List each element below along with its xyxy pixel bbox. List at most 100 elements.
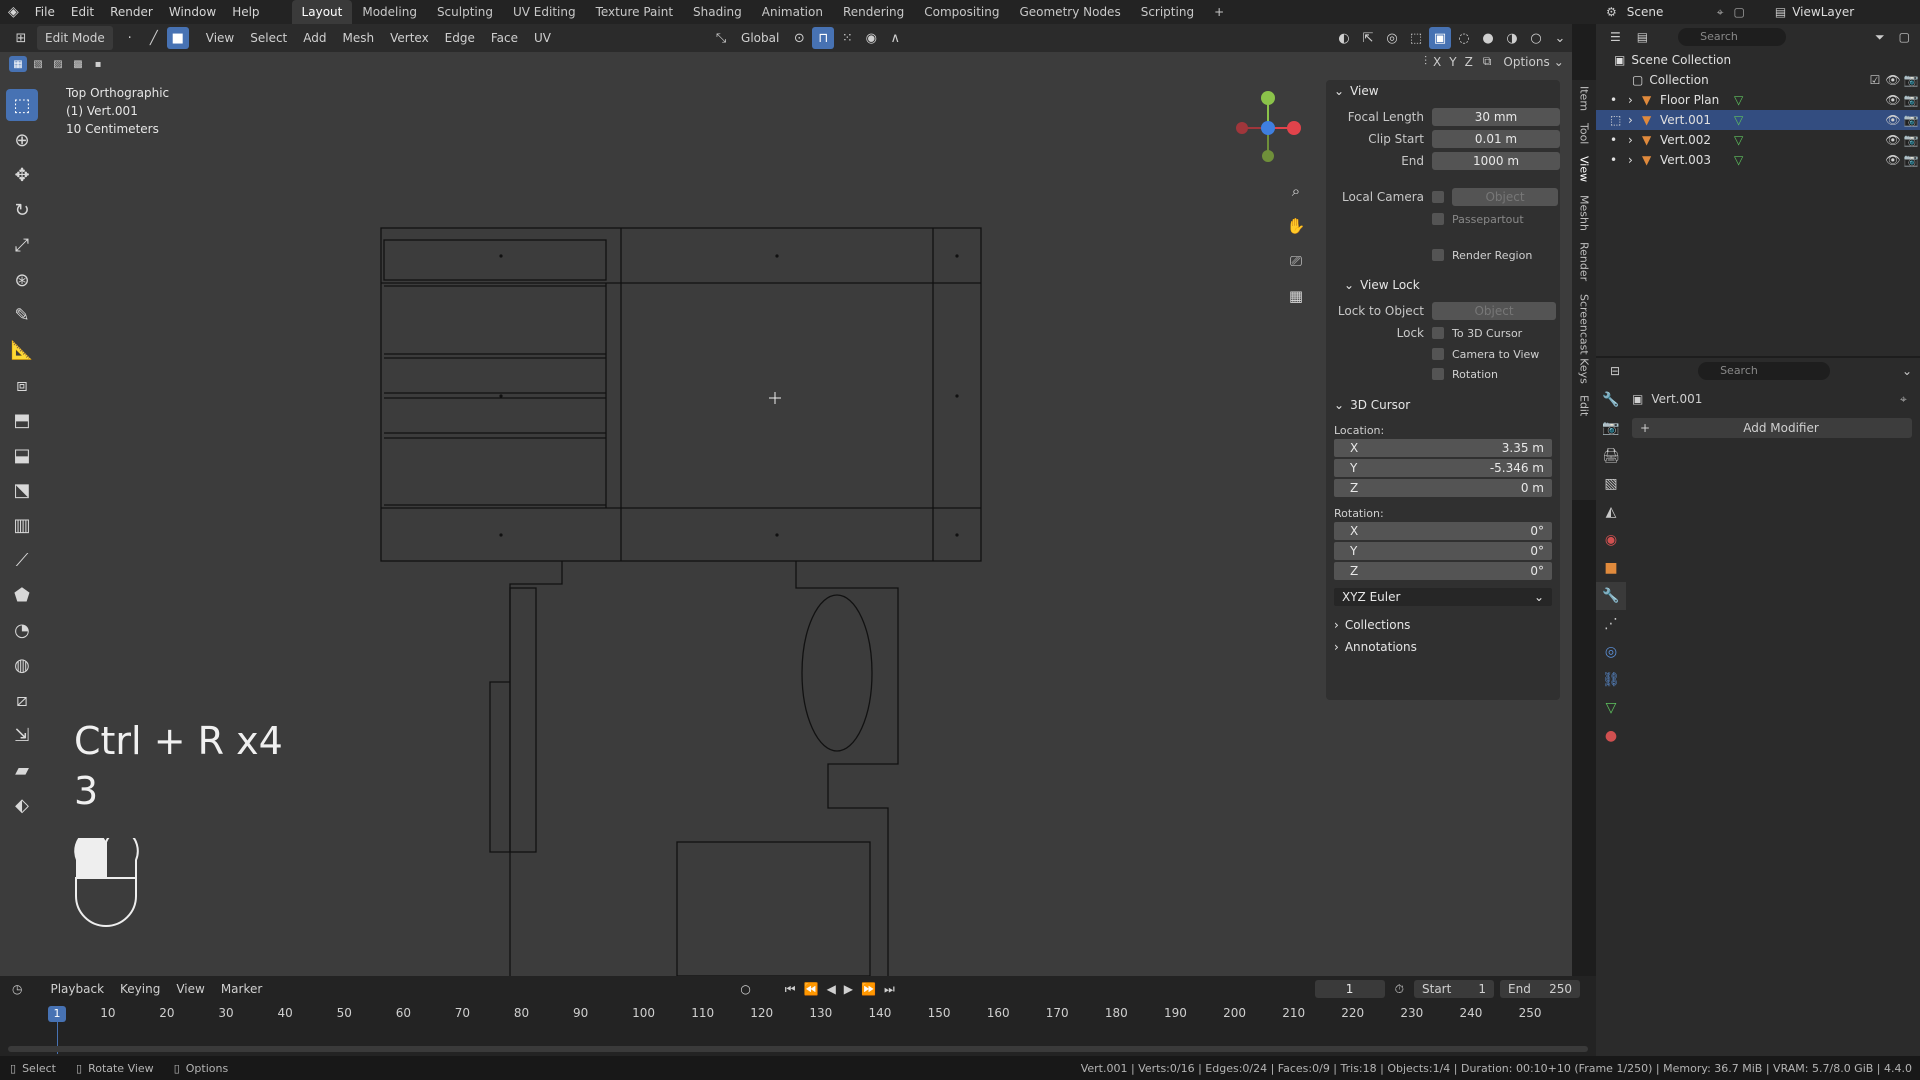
spin-icon[interactable]: ◔ bbox=[6, 614, 38, 646]
ortho-grid-icon[interactable]: ▦ bbox=[1280, 280, 1312, 312]
camera-icon[interactable]: 📷 bbox=[1902, 153, 1920, 167]
eye-icon[interactable]: 👁 bbox=[1884, 73, 1902, 87]
rip-region-icon[interactable]: ⬖ bbox=[6, 789, 38, 821]
pan-hand-icon[interactable]: ✋ bbox=[1280, 210, 1312, 242]
new-collection-icon[interactable]: ▢ bbox=[1899, 30, 1910, 44]
to-3d-cursor-checkbox[interactable] bbox=[1432, 327, 1444, 339]
particles-tab-icon[interactable]: ⋰ bbox=[1596, 610, 1626, 638]
outliner-item-floor-plan[interactable]: • › ▼ Floor Plan ▽ 👁 📷 bbox=[1596, 90, 1920, 110]
header-menu-mesh[interactable]: Mesh bbox=[335, 26, 383, 50]
checkbox-icon[interactable]: ☑ bbox=[1866, 73, 1884, 87]
transform-icon[interactable]: ⊛ bbox=[6, 264, 38, 296]
clip-end-field[interactable]: 1000 m bbox=[1432, 152, 1560, 170]
header-menu-edge[interactable]: Edge bbox=[437, 26, 483, 50]
outliner-search[interactable]: Search bbox=[1678, 28, 1787, 46]
header-menu-vertex[interactable]: Vertex bbox=[382, 26, 437, 50]
scene-collection-row[interactable]: ▣ Scene Collection bbox=[1596, 50, 1920, 70]
camera-icon[interactable]: 📷 bbox=[1902, 113, 1920, 127]
tool-tab-icon[interactable]: 🔧 bbox=[1596, 386, 1626, 414]
tab-view[interactable]: View bbox=[1578, 150, 1591, 188]
tab-layout[interactable]: Layout bbox=[291, 0, 353, 24]
stopwatch-icon[interactable]: ⏱ bbox=[1395, 982, 1404, 997]
current-frame-field[interactable]: 1 bbox=[1314, 980, 1385, 998]
tab-screencast-keys[interactable]: Screencast Keys bbox=[1578, 288, 1591, 390]
new-scene-icon[interactable]: ▢ bbox=[1734, 5, 1745, 19]
xray-toggle-icon[interactable]: ▣ bbox=[1429, 27, 1451, 49]
header-menu-uv[interactable]: UV bbox=[526, 26, 559, 50]
navigation-gizmo[interactable] bbox=[1226, 82, 1306, 172]
shading-wireframe-icon[interactable]: ◌ bbox=[1453, 27, 1475, 49]
view-section-header[interactable]: ⌄ View bbox=[1326, 80, 1560, 102]
extrude-icon[interactable]: ⬒ bbox=[6, 404, 38, 436]
play-reverse-icon[interactable]: ◀ bbox=[827, 982, 836, 996]
rotate-icon[interactable]: ↻ bbox=[6, 194, 38, 226]
eye-icon[interactable]: 👁 bbox=[1884, 93, 1902, 107]
shading-options-icon[interactable]: ⌄ bbox=[1549, 27, 1571, 49]
auto-key-icon[interactable]: ○ bbox=[740, 982, 750, 996]
cursor-location-z[interactable]: Z0 m bbox=[1334, 479, 1552, 497]
measure-icon[interactable]: 📐 bbox=[6, 334, 38, 366]
shear-icon[interactable]: ▰ bbox=[6, 754, 38, 786]
display-mode-icon[interactable]: ▤ bbox=[1637, 30, 1648, 44]
world-tab-icon[interactable]: ◉ bbox=[1596, 526, 1626, 554]
axis-z-toggle[interactable]: Z bbox=[1465, 55, 1473, 69]
gizmo-toggle-icon[interactable]: ⇱ bbox=[1357, 27, 1379, 49]
timeline-menu-view[interactable]: View bbox=[168, 977, 212, 1001]
scene-name[interactable]: Scene bbox=[1627, 5, 1717, 19]
tab-texture-paint[interactable]: Texture Paint bbox=[586, 0, 683, 24]
snap-icon[interactable]: ⊓ bbox=[812, 27, 835, 49]
tab-compositing[interactable]: Compositing bbox=[914, 0, 1009, 24]
playhead[interactable]: 1 bbox=[48, 1006, 66, 1022]
snap-target-icon[interactable]: ⁙ bbox=[836, 27, 858, 49]
mesh-overlay-icon[interactable]: ⬚ bbox=[1405, 27, 1427, 49]
passepartout-checkbox[interactable] bbox=[1432, 213, 1444, 225]
poly-build-icon[interactable]: ⬟ bbox=[6, 579, 38, 611]
shading-rendered-icon[interactable]: ○ bbox=[1525, 27, 1547, 49]
orientation-dropdown[interactable]: Global bbox=[733, 26, 787, 50]
eye-icon[interactable]: 👁 bbox=[1884, 113, 1902, 127]
cursor-rotation-y[interactable]: Y 0° bbox=[1334, 542, 1552, 560]
header-menu-select[interactable]: Select bbox=[242, 26, 295, 50]
mesh-wireframe[interactable] bbox=[0, 52, 1300, 976]
camera-icon[interactable]: 📷 bbox=[1902, 133, 1920, 147]
expand-icon[interactable]: › bbox=[1628, 93, 1642, 107]
cursor-location-y[interactable]: Y -5.346 m bbox=[1334, 459, 1552, 477]
rotation-mode-dropdown[interactable]: XYZ Euler ⌄ bbox=[1334, 588, 1552, 606]
render-region-checkbox[interactable] bbox=[1432, 249, 1444, 261]
proportional-edit-icon[interactable]: ◉ bbox=[860, 27, 882, 49]
axis-y-toggle[interactable]: Y bbox=[1449, 55, 1456, 69]
tab-item[interactable]: Item bbox=[1578, 80, 1591, 117]
inset-icon[interactable]: ⬓ bbox=[6, 439, 38, 471]
expand-icon[interactable]: › bbox=[1628, 133, 1642, 147]
timeline-menu-marker[interactable]: Marker bbox=[213, 977, 270, 1001]
expand-icon[interactable]: › bbox=[1628, 113, 1642, 127]
tab-animation[interactable]: Animation bbox=[752, 0, 833, 24]
expand-icon[interactable]: › bbox=[1628, 153, 1642, 167]
auto-merge-icon[interactable]: ⧉ bbox=[1483, 54, 1492, 69]
output-tab-icon[interactable]: 🖨 bbox=[1596, 442, 1626, 470]
tab-meshh[interactable]: Meshh bbox=[1578, 189, 1591, 237]
editor-type-icon[interactable]: ⊞ bbox=[10, 27, 32, 49]
local-camera-checkbox[interactable] bbox=[1432, 191, 1444, 203]
3d-cursor-header[interactable]: ⌄ 3D Cursor bbox=[1326, 394, 1560, 416]
outliner-editor-icon[interactable]: ☰ bbox=[1610, 30, 1621, 44]
tab-uv-editing[interactable]: UV Editing bbox=[503, 0, 586, 24]
camera-icon[interactable]: 📷 bbox=[1902, 93, 1920, 107]
data-tab-icon[interactable]: ▽ bbox=[1596, 694, 1626, 722]
clip-start-field[interactable]: 0.01 m bbox=[1432, 130, 1560, 148]
annotate-icon[interactable]: ✎ bbox=[6, 299, 38, 331]
cursor-location-x[interactable]: X 3.35 m bbox=[1334, 439, 1552, 457]
tab-edit[interactable]: Edit bbox=[1578, 389, 1591, 422]
material-tab-icon[interactable]: ● bbox=[1596, 722, 1626, 750]
menu-file[interactable]: File bbox=[27, 0, 63, 24]
mirror-icon[interactable]: ⫶ bbox=[1424, 54, 1427, 69]
tab-sculpting[interactable]: Sculpting bbox=[427, 0, 503, 24]
timeline-scrollbar[interactable] bbox=[8, 1046, 1588, 1052]
prev-keyframe-icon[interactable]: ⏪ bbox=[804, 982, 819, 996]
tab-tool[interactable]: Tool bbox=[1578, 117, 1591, 150]
axis-x-toggle[interactable]: X bbox=[1433, 55, 1441, 69]
pin-icon[interactable]: ⌖ bbox=[1717, 5, 1724, 20]
vertex-select-icon[interactable]: · bbox=[119, 27, 141, 49]
start-frame-field[interactable]: Start 1 bbox=[1414, 980, 1494, 998]
tab-scripting[interactable]: Scripting bbox=[1131, 0, 1204, 24]
